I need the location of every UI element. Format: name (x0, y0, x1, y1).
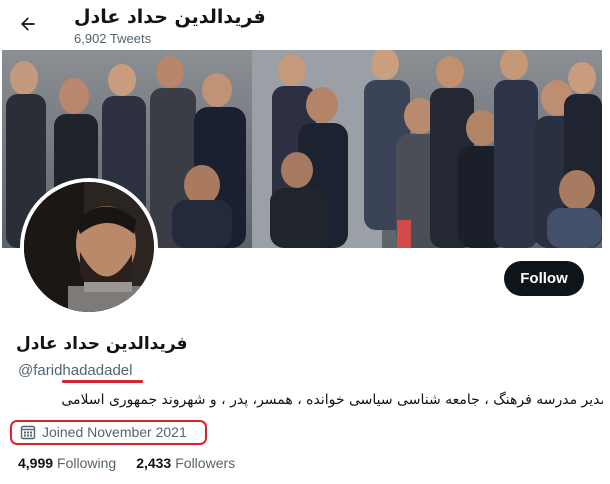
avatar-photo (24, 182, 154, 312)
back-button[interactable] (14, 10, 42, 38)
profile-handle: @faridhadadadel (18, 362, 133, 379)
followers-link[interactable]: 2,433 Followers (136, 455, 235, 471)
annotation-underline (62, 380, 143, 383)
following-link[interactable]: 4,999 Following (18, 455, 116, 471)
profile-page: فریدالدین حداد عادل 6,902 Tweets Follow … (0, 0, 610, 484)
profile-bio: مدیر مدرسه فرهنگ ، جامعه شناسی سیاسی خوا… (61, 392, 608, 408)
following-label: Following (57, 455, 117, 471)
arrow-left-icon (21, 17, 35, 31)
profile-header: فریدالدین حداد عادل 6,902 Tweets (0, 0, 610, 50)
tweet-count: 6,902 Tweets (74, 31, 152, 46)
display-name: فریدالدین حداد عادل (16, 334, 188, 354)
joined-text: Joined November 2021 (42, 424, 187, 440)
follow-button[interactable]: Follow (504, 261, 584, 296)
followers-label: Followers (175, 455, 236, 471)
follow-stats: 4,999 Following 2,433 Followers (18, 455, 235, 471)
header-title: فریدالدین حداد عادل (74, 6, 266, 28)
right-margin (603, 0, 610, 484)
followers-count: 2,433 (136, 455, 172, 471)
calendar-icon (20, 425, 36, 440)
profile-avatar[interactable] (20, 178, 158, 316)
following-count: 4,999 (18, 455, 54, 471)
joined-date: Joined November 2021 (20, 424, 187, 440)
